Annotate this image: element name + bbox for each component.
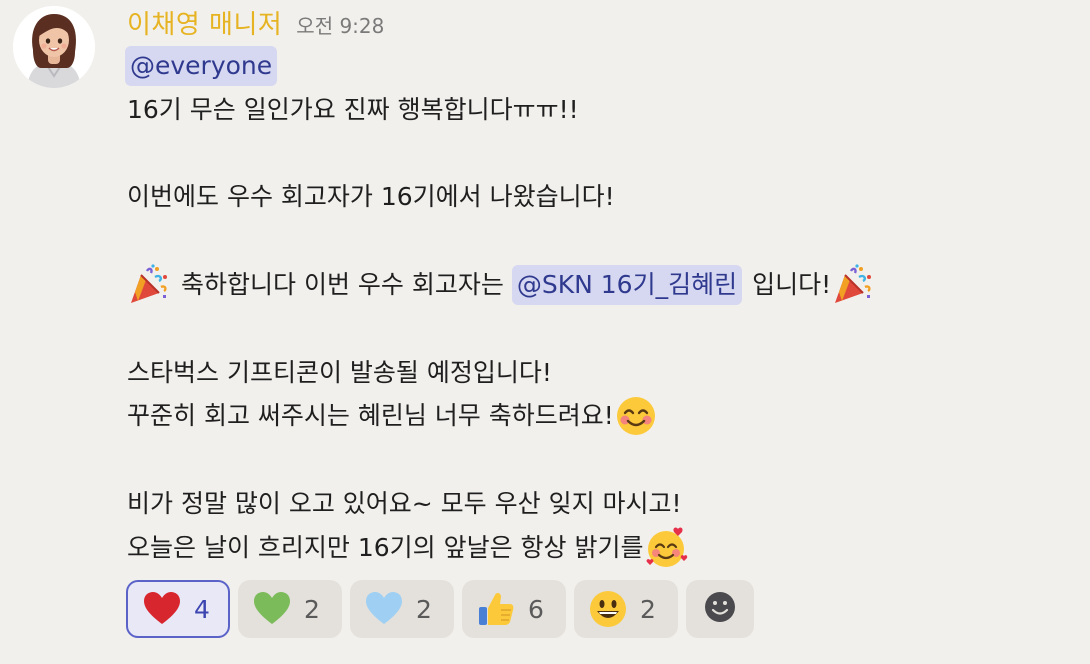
message-line: 축하합니다 이번 우수 회고자는 @SKN 16기_김혜린 입니다! xyxy=(127,263,1067,307)
green-heart-icon xyxy=(252,589,292,629)
smiling-face-with-blush-icon xyxy=(614,394,658,438)
party-popper-icon xyxy=(831,263,875,307)
message-timestamp: 오전 9:28 xyxy=(296,14,385,38)
add-reaction-button[interactable] xyxy=(686,580,754,638)
thumbs-up-icon xyxy=(476,589,516,629)
message-text: 꾸준히 회고 써주시는 혜린님 너무 축하드려요! xyxy=(127,401,614,431)
add-reaction-icon xyxy=(703,590,737,628)
reaction-count: 2 xyxy=(640,594,656,624)
smiling-face-with-hearts-icon xyxy=(644,526,688,570)
grinning-face-icon xyxy=(588,589,628,629)
message-text: 비가 정말 많이 오고 있어요~ 모두 우산 잊지 마시고! xyxy=(127,488,682,518)
sender-name[interactable]: 이채영 매니저 xyxy=(127,4,282,41)
message-text: 입니다! xyxy=(752,269,832,299)
reaction-count: 2 xyxy=(416,594,432,624)
reaction-green-heart[interactable]: 2 xyxy=(238,580,342,638)
message-line: 꾸준히 회고 써주시는 혜린님 너무 축하드려요! xyxy=(127,394,1067,438)
reaction-red-heart[interactable]: 4 xyxy=(126,580,230,638)
message-line: 16기 무슨 일인가요 진짜 행복합니다ㅠㅠ!! xyxy=(127,88,1067,132)
red-heart-icon xyxy=(142,589,182,629)
reaction-count: 6 xyxy=(528,594,544,624)
memoji-avatar-icon xyxy=(13,6,95,88)
message-text: 16기 무슨 일인가요 진짜 행복합니다ㅠㅠ!! xyxy=(127,94,579,124)
message-line: 비가 정말 많이 오고 있어요~ 모두 우산 잊지 마시고! xyxy=(127,482,1067,526)
reaction-thumbs-up[interactable]: 6 xyxy=(462,580,566,638)
reaction-count: 4 xyxy=(194,594,210,624)
message-header: 이채영 매니저 오전 9:28 xyxy=(127,4,384,40)
message-text: 이번에도 우수 회고자가 16기에서 나왔습니다! xyxy=(127,182,615,212)
reaction-bar: 4 2 2 6 2 xyxy=(126,580,754,638)
message-body: @everyone 16기 무슨 일인가요 진짜 행복합니다ㅠㅠ!! 이번에도 … xyxy=(125,44,1067,570)
reaction-blue-heart[interactable]: 2 xyxy=(350,580,454,638)
message-line: @everyone xyxy=(125,44,1067,88)
mention-everyone[interactable]: @everyone xyxy=(125,45,278,86)
blue-heart-icon xyxy=(364,589,404,629)
mention-user[interactable]: @SKN 16기_김혜린 xyxy=(511,264,743,305)
message-line: 스타벅스 기프티콘이 발송될 예정입니다! xyxy=(127,351,1067,395)
reaction-count: 2 xyxy=(304,594,320,624)
message-line: 오늘은 날이 흐리지만 16기의 앞날은 항상 밝기를 xyxy=(127,526,1067,570)
reaction-grinning-face[interactable]: 2 xyxy=(574,580,678,638)
party-popper-icon xyxy=(127,263,171,307)
message-text: 축하합니다 이번 우수 회고자는 xyxy=(181,269,504,299)
message-line: 이번에도 우수 회고자가 16기에서 나왔습니다! xyxy=(127,175,1067,219)
message-text: 오늘은 날이 흐리지만 16기의 앞날은 항상 밝기를 xyxy=(127,532,644,562)
message-text: 스타벅스 기프티콘이 발송될 예정입니다! xyxy=(127,357,552,387)
chat-message: 이채영 매니저 오전 9:28 @everyone 16기 무슨 일인가요 진짜… xyxy=(0,0,1090,664)
avatar[interactable] xyxy=(13,6,95,88)
